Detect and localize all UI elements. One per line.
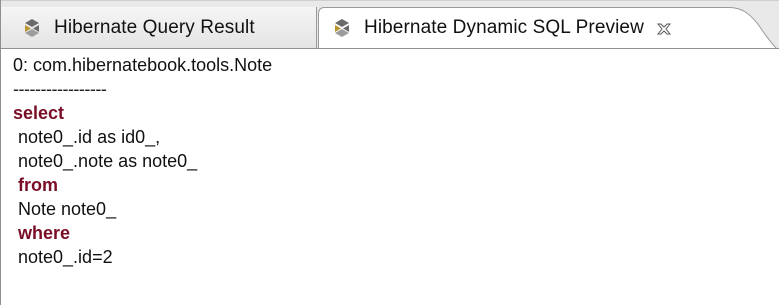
sql-line: note0_.id as id0_,	[13, 127, 161, 147]
sql-keyword-from: from	[13, 175, 58, 195]
sql-line: note0_.id=2	[13, 247, 113, 267]
tab-edge-curve	[721, 7, 778, 49]
sql-line: note0_.note as note0_	[13, 151, 198, 171]
tab-hibernate-dynamic-sql-preview[interactable]: Hibernate Dynamic SQL Preview	[318, 7, 728, 48]
tab-label: Hibernate Dynamic SQL Preview	[364, 17, 644, 38]
tab-bar: Hibernate Query Result Hibernate Dynamic…	[1, 0, 779, 49]
tab-label: Hibernate Query Result	[54, 16, 255, 38]
hibernate-icon	[25, 18, 39, 37]
sql-preview-window: Hibernate Query Result Hibernate Dynamic…	[0, 0, 779, 305]
tab-hibernate-query-result[interactable]: Hibernate Query Result	[1, 7, 317, 48]
sql-preview-content: 0: com.hibernatebook.tools.Note --------…	[1, 48, 779, 305]
sql-keyword-where: where	[13, 223, 71, 243]
separator-line: -----------------	[13, 79, 107, 99]
close-icon[interactable]	[656, 21, 672, 37]
hibernate-icon	[335, 19, 349, 37]
sql-keyword-select: select	[13, 103, 65, 123]
query-class-line: 0: com.hibernatebook.tools.Note	[13, 55, 273, 75]
sql-line: Note note0_	[13, 199, 117, 219]
